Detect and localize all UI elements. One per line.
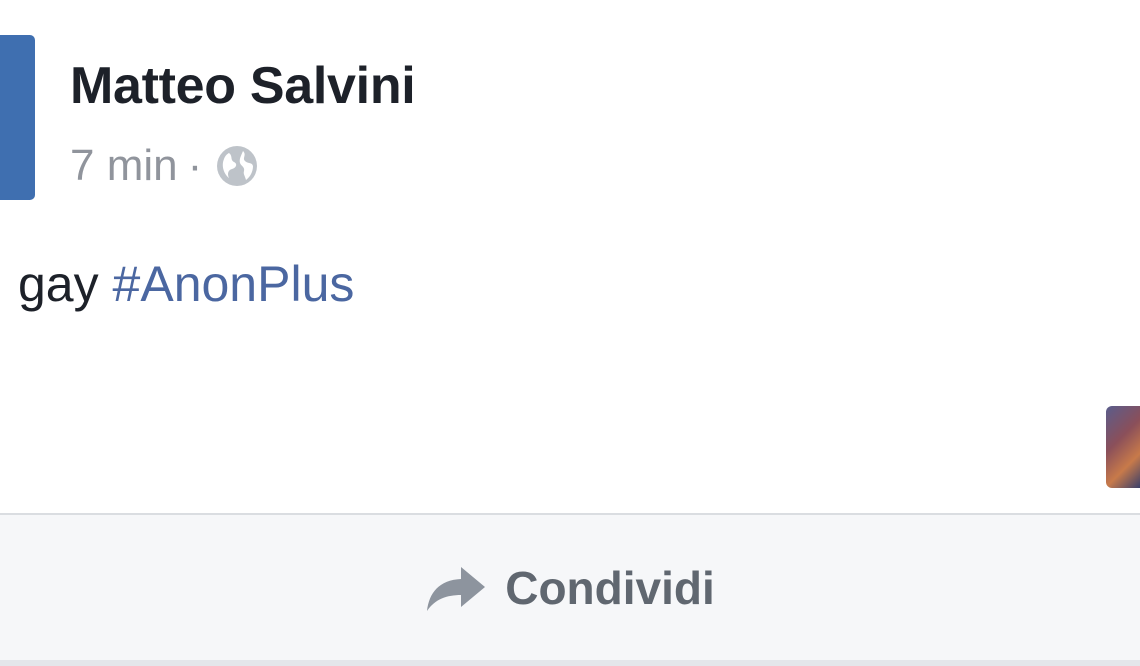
post-timestamp[interactable]: 7 min bbox=[70, 141, 178, 191]
share-button[interactable]: Condividi bbox=[0, 515, 1140, 660]
meta-separator: · bbox=[187, 141, 203, 190]
post-meta: 7 min · bbox=[70, 140, 258, 192]
reaction-thumbnail[interactable] bbox=[1106, 406, 1140, 488]
avatar[interactable] bbox=[0, 35, 35, 200]
share-arrow-icon bbox=[427, 566, 486, 611]
hashtag-link[interactable]: #AnonPlus bbox=[113, 256, 355, 312]
bottom-border bbox=[0, 660, 1140, 666]
globe-icon bbox=[217, 146, 258, 186]
share-label: Condividi bbox=[505, 561, 715, 614]
post-text: gay bbox=[18, 256, 99, 312]
post-body: gay #AnonPlus bbox=[18, 255, 354, 313]
post-author-name[interactable]: Matteo Salvini bbox=[70, 56, 416, 116]
post-card: Matteo Salvini 7 min · gay #AnonPlus Con… bbox=[0, 0, 1140, 666]
